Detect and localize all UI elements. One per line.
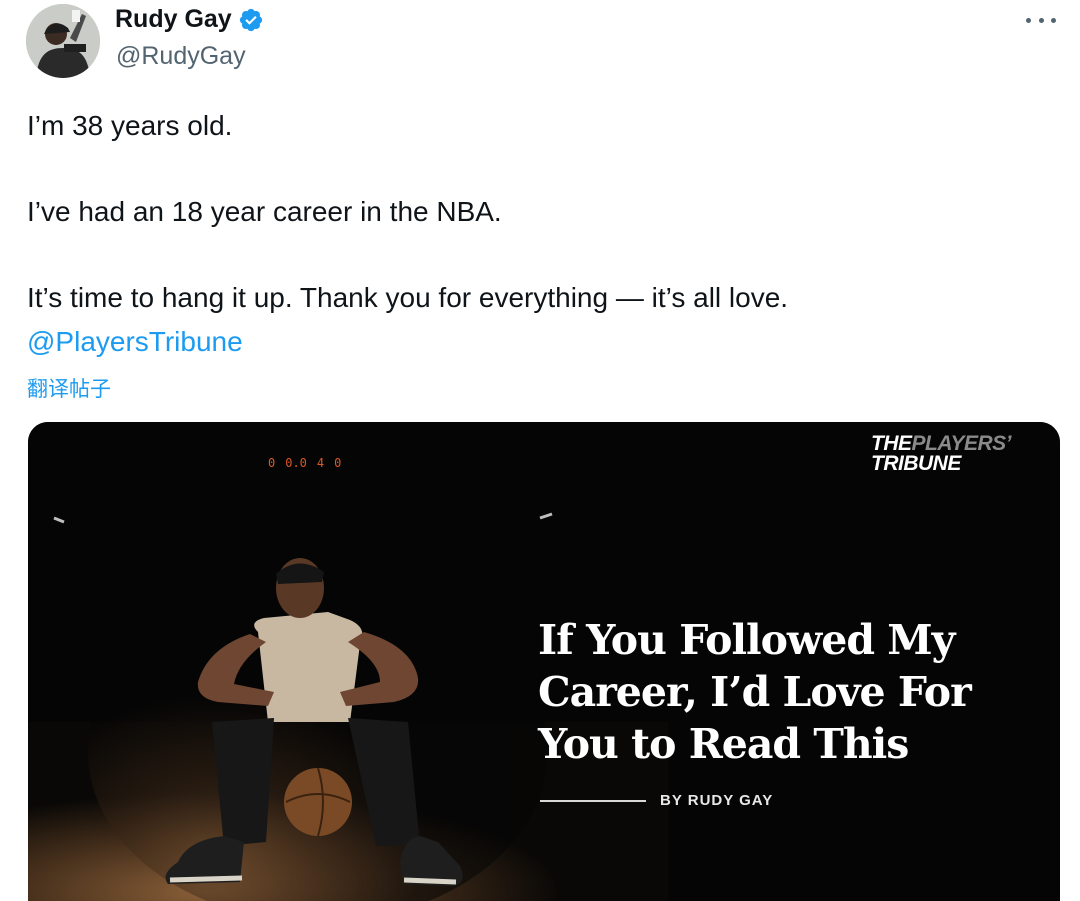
tweet: Rudy Gay @RudyGay I’m 38 years old. I’ve… <box>0 0 1080 901</box>
byline-text: BY RUDY GAY <box>660 792 774 809</box>
scoreboard-digit: 0 <box>268 456 276 470</box>
article-byline: BY RUDY GAY <box>540 792 773 809</box>
dot <box>1026 17 1031 23</box>
brand-tribune: TRIBUNE <box>871 452 961 475</box>
scoreboard: 0 0.0 4 0 <box>268 456 341 470</box>
author-display-name[interactable]: Rudy Gay <box>115 5 232 34</box>
article-card[interactable]: 0 0.0 4 0 THEPLAYERS’ TRIBUNE If You Fol… <box>28 422 1060 901</box>
dot <box>1051 17 1056 23</box>
avatar-photo-icon <box>26 4 100 78</box>
players-tribune-logo: THEPLAYERS’ TRIBUNE <box>871 433 1011 475</box>
mention-link[interactable]: @PlayersTribune <box>27 326 243 358</box>
avatar[interactable] <box>26 4 100 78</box>
scoreboard-digit: 0.0 <box>285 456 307 470</box>
author-handle[interactable]: @RudyGay <box>116 42 246 71</box>
scoreboard-digit: 4 <box>316 456 325 470</box>
tweet-text-line-2: I’ve had an 18 year career in the NBA. <box>27 196 502 227</box>
tweet-text-line-3: It’s time to hang it up. Thank you for e… <box>27 282 789 313</box>
tweet-text-line-1: I’m 38 years old. <box>27 110 233 141</box>
verified-badge-icon <box>239 8 262 31</box>
author-name-row[interactable]: Rudy Gay <box>115 5 264 34</box>
translate-post-link[interactable]: 翻译帖子 <box>27 373 111 403</box>
scoreboard-digit: 0 <box>334 456 342 470</box>
article-headline: If You Followed My Career, I’d Love For … <box>538 616 972 768</box>
byline-divider <box>540 799 646 802</box>
more-options-icon[interactable] <box>1026 10 1056 30</box>
dot <box>1038 17 1044 23</box>
